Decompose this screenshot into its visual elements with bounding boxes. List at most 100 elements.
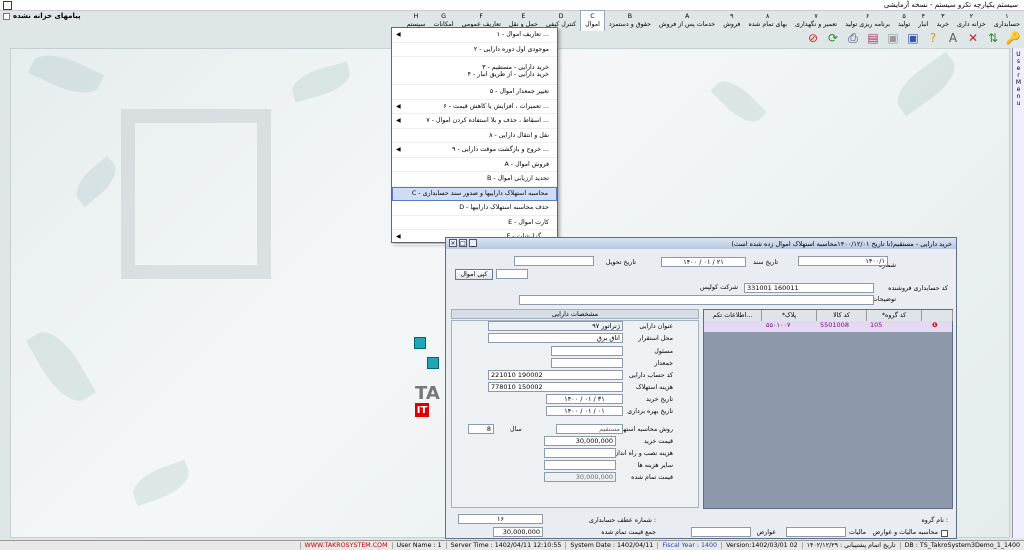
print-icon[interactable]: ⎙ [844,29,862,47]
tax-field[interactable] [786,527,846,537]
menu-item-B[interactable]: B حقوق و دستمزد [605,10,655,31]
menu-item-۴[interactable]: ۴ انبار [914,10,932,31]
supplier-code-field[interactable]: 331001 160011 [744,283,874,293]
duty-label: عوارض [756,529,776,536]
dropdown-item[interactable]: C - محاسبه استهلاک داراییها و صدور سند ح… [392,186,557,201]
use-date-field[interactable]: ۱۴۰۰ / ۰۱ / ۰۱ [546,406,623,416]
submenu-arrow-icon: ◀ [396,31,401,39]
brand-text: TA [415,383,440,404]
dropdown-item[interactable]: ۱ - تعاریف اموال ... ◀ [392,28,557,43]
keeper-field[interactable] [551,358,623,368]
menu-key: D [558,12,564,20]
dropdown-item[interactable]: D - حذف محاسبه استهلاک داراییها [392,201,557,216]
menu-item-۲[interactable]: ۲ خزانه داری [953,10,990,31]
delivery-date-field[interactable] [514,256,594,266]
save-disabled-icon[interactable]: ▣ [884,29,902,47]
sidebar-letter: u [1016,100,1021,107]
install-cost-field[interactable] [544,448,616,458]
dropdown-item[interactable]: E - کارت اموال [392,216,557,230]
menu-item-C[interactable]: C اموال [580,10,605,31]
tax-checkbox[interactable] [941,530,948,537]
menu-item-۹[interactable]: ۹ فروش [719,10,744,31]
menu-label: انبار [918,20,929,28]
menu-item-۸[interactable]: ۸ بهای تمام شده [744,10,791,31]
menu-item-۷[interactable]: ۷ تعمیر و نگهداری [791,10,841,31]
window-maximize-button[interactable]: □ [459,239,467,247]
menu-item-۶[interactable]: ۶ برنامه ریزی تولید [841,10,894,31]
menu-key: ۸ [766,12,770,20]
font-icon[interactable]: A [944,29,962,47]
menu-item-۱[interactable]: ۱ حسابداری [990,10,1024,31]
install-cost-label: هزینه نصب و راه اندازی [610,450,673,457]
menu-key: ۷ [814,12,818,20]
window-minimize-button[interactable]: _ [469,239,477,247]
grid-header-tag[interactable]: *پلاک [762,310,817,321]
menu-label: خدمات پس از فروش [659,20,716,28]
place-field[interactable]: اتاق برق [488,333,623,343]
asset-account-field[interactable]: 221010 190002 [488,370,623,380]
menu-key: E [521,12,526,20]
sidebar-letter: e [1016,65,1021,72]
user-menu-sidebar[interactable]: UserMenu [1012,48,1024,538]
status-item: DB : TS_TakroSystem3Demo_1_1400 [899,542,1024,549]
dropdown-item-label: ۶ - تعمیرات ، افزایش یا کاهش قیمت ... [443,102,549,110]
grid-header-group-code[interactable]: *کد گروه [867,310,922,321]
menu-item-۳[interactable]: ۳ خرید [933,10,953,31]
menu-label: برنامه ریزی تولید [845,20,891,28]
save-icon[interactable]: ▣ [904,29,922,47]
app-logo-icon [3,1,12,10]
dropdown-item[interactable]: ۹ - خروج و بازگشت موقت دارایی ... ◀ [392,143,557,158]
table-row[interactable]: ۵۵۰۱۰۰۷ 5501008 105 ❶ [704,321,952,332]
help-icon[interactable]: ? [924,29,942,47]
menu-item-۵[interactable]: ۵ تولید [894,10,914,31]
close-icon[interactable]: ✕ [964,29,982,47]
years-field[interactable]: 8 [468,424,494,434]
dropdown-item[interactable]: ۲ - موجودی اول دوره دارایی [392,43,557,57]
depreciation-cost-field[interactable]: 778010 150002 [488,382,623,392]
grid-header-item-code[interactable]: کد کالا [817,310,867,321]
menu-key: ۹ [730,12,734,20]
dropdown-item[interactable]: ۵ - تغییر جمعدار اموال [392,85,557,100]
dropdown-item[interactable]: ۳ - خرید دارایی - مستقیم ۴ - خرید دارایی… [392,57,557,85]
key-icon[interactable]: 🔑 [1004,29,1022,47]
dropdown-item[interactable]: ۷ - اسقاط ، حذف و بلا استفاده کردن اموال… [392,114,557,129]
doc-date-field[interactable]: ۱۴۰۰ / ۰۱ / ۲۱ [661,257,746,267]
dropdown-item[interactable]: ۸ - نقل و انتقال دارایی [392,129,557,143]
notice-bar[interactable]: پیامهای خزانه نشده [3,12,81,20]
sidebar-letter: M [1015,79,1022,86]
dropdown-item[interactable]: ۶ - تعمیرات ، افزایش یا کاهش قیمت ... ◀ [392,100,557,114]
grid-header-extra[interactable]: اطلاعات تکم... [704,310,762,321]
submenu-arrow-icon: ◀ [396,233,401,241]
cancel-icon[interactable]: ⊘ [804,29,822,47]
duty-field[interactable] [691,527,751,537]
owner-field[interactable] [551,346,623,356]
menu-item-A[interactable]: A خدمات پس از فروش [655,10,719,31]
menu-label: خرید [936,20,949,28]
menu-label: اموال [585,21,600,28]
grid-header-marker [922,310,953,321]
depreciation-method-select[interactable]: مستقیم [556,424,623,434]
submenu-arrow-icon: ◀ [396,146,401,154]
arrows-icon[interactable]: ⇅ [984,29,1002,47]
asset-title-field[interactable]: ژنراتور ۹۷ [488,321,623,331]
dropdown-item-label: D - حذف محاسبه استهلاک داراییها [459,204,549,212]
notice-checkbox[interactable] [3,12,10,20]
sidebar-letter: r [1017,72,1020,79]
report-icon[interactable]: ▤ [864,29,882,47]
final-price-label: قیمت تمام شده [631,474,673,481]
purchase-date-field[interactable]: ۱۴۰۰ / ۰۱ / ۳۱ [546,394,623,404]
window-close-button[interactable]: × [449,239,457,247]
other-costs-field[interactable] [544,460,616,470]
number-field[interactable]: ۱۴۰۰/۱ [798,256,888,266]
price-field[interactable]: 30,000,000 [544,436,616,446]
menu-label: فروش [723,20,741,28]
dropdown-item[interactable]: A - فروش اموال [392,158,557,172]
menu-key: G [441,12,446,20]
dropdown-item[interactable]: B - تجدید ارزیابی اموال [392,172,557,187]
copy-assets-button[interactable]: کپی اموال [455,269,493,280]
assets-menu-dropdown: ۱ - تعاریف اموال ... ◀ ۲ - موجودی اول دوره… [391,27,558,245]
refresh-icon[interactable]: ⟳ [824,29,842,47]
total-label: جمع قیمت تمام شده [601,529,656,536]
description-field[interactable] [519,295,874,305]
copy-count-field[interactable] [496,269,528,279]
